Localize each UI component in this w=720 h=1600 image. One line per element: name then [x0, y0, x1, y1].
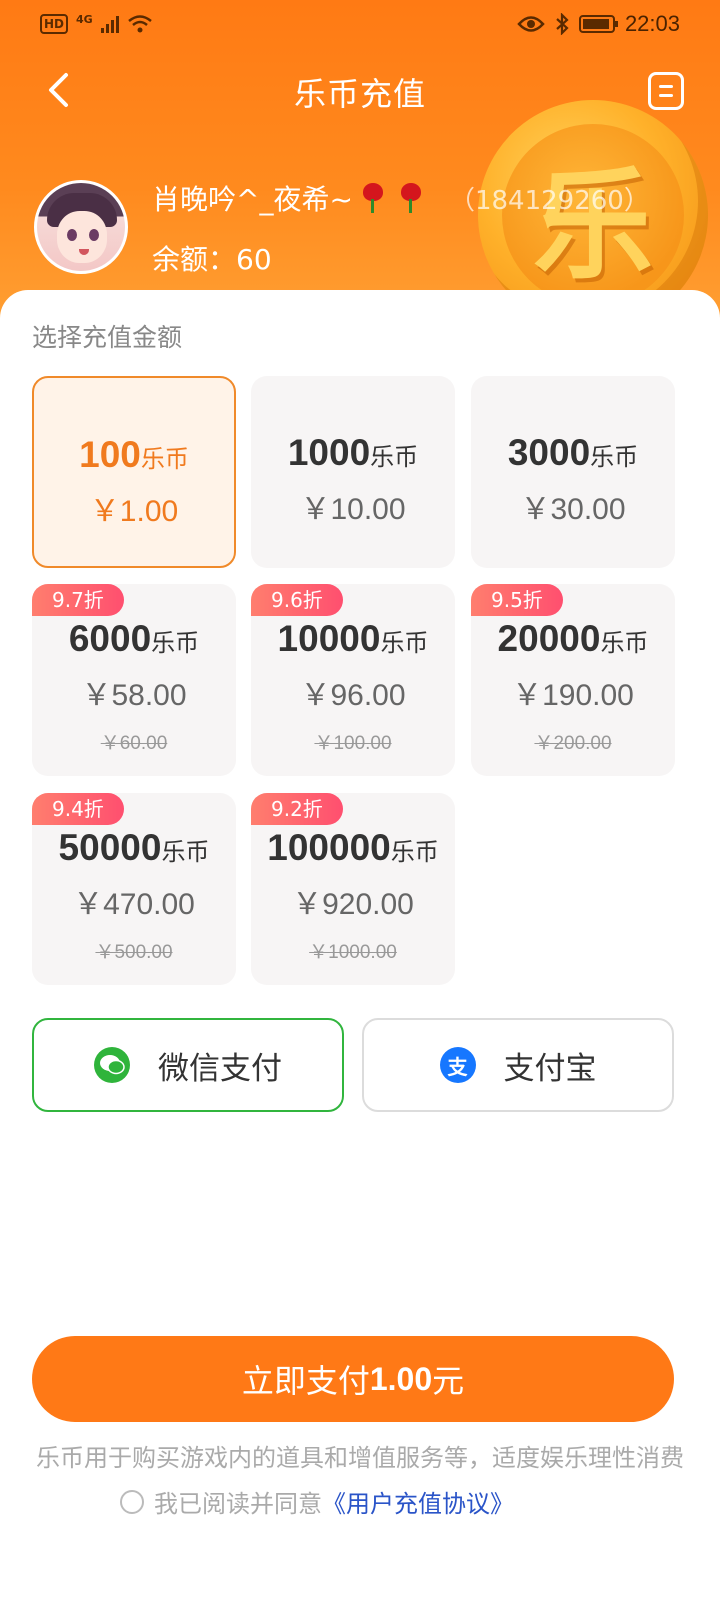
package-price: ￥30.00 — [520, 493, 626, 526]
chevron-left-icon — [49, 73, 68, 107]
package-price: ￥470.00 — [73, 888, 195, 921]
bluetooth-icon — [556, 13, 569, 35]
original-price: ￥500.00 — [95, 942, 173, 963]
package-price: ￥10.00 — [300, 493, 406, 526]
package-price: ￥1.00 — [89, 495, 179, 528]
package-unit: 乐币 — [370, 444, 419, 471]
discount-badge: 9.2折 — [251, 793, 343, 825]
discount-badge: 9.7折 — [32, 584, 124, 616]
package-coins: 1000 — [287, 432, 371, 473]
user-info: 肖晚吟^_夜希~ （184129260） — [152, 178, 650, 218]
list-icon-line — [659, 94, 673, 97]
hd-indicator: HD — [40, 14, 69, 34]
alipay-button[interactable]: 支 支付宝 — [362, 1018, 674, 1112]
list-icon — [659, 85, 673, 88]
rose-icon — [399, 183, 421, 213]
package-card[interactable]: 9.5折 20000乐币 ￥190.00 ￥200.00 — [471, 584, 675, 776]
package-card[interactable]: 3000乐币 ￥30.00 — [471, 376, 675, 568]
discount-badge: 9.6折 — [251, 584, 343, 616]
package-coins: 3000 — [507, 432, 591, 473]
package-unit: 乐币 — [590, 444, 639, 471]
package-card[interactable]: 100乐币 ￥1.00 — [32, 376, 236, 568]
package-coins: 100000 — [267, 827, 391, 868]
user-id: （184129260） — [448, 185, 650, 216]
user-name: 肖晚吟^_夜希~ — [152, 183, 353, 216]
alipay-icon: 支 — [439, 1047, 476, 1083]
package-coins: 100 — [79, 434, 141, 475]
package-unit: 乐币 — [600, 630, 649, 657]
avatar — [34, 180, 128, 274]
section-label: 选择充值金额 — [32, 323, 183, 352]
package-price: ￥58.00 — [81, 679, 187, 712]
agree-checkbox[interactable] — [120, 1489, 144, 1514]
rose-icon — [361, 183, 383, 213]
alipay-label: 支付宝 — [503, 1050, 597, 1087]
discount-badge: 9.4折 — [32, 793, 124, 825]
package-coins: 6000 — [68, 618, 152, 659]
package-unit: 乐币 — [161, 839, 210, 866]
agreement-link[interactable]: 《用户充值协议》 — [322, 1484, 514, 1519]
network-type: 4G — [76, 12, 93, 26]
balance-text: 余额：60 — [152, 243, 272, 276]
clock: 22:03 — [624, 11, 680, 36]
package-card[interactable]: 9.2折 100000乐币 ￥920.00 ￥1000.00 — [251, 793, 455, 985]
agree-text: 我已阅读并同意 — [154, 1490, 322, 1518]
wifi-icon — [127, 15, 152, 33]
wechat-pay-button[interactable]: 微信支付 — [32, 1018, 344, 1112]
original-price: ￥1000.00 — [309, 942, 397, 963]
usage-note: 乐币用于购买游戏内的道具和增值服务等，适度娱乐理性消费 — [36, 1444, 684, 1472]
page-title: 乐币充值 — [293, 75, 426, 113]
package-unit: 乐币 — [151, 630, 200, 657]
header-background: 乐 — [0, 0, 720, 340]
package-card[interactable]: 9.6折 10000乐币 ￥96.00 ￥100.00 — [251, 584, 455, 776]
eye-icon — [517, 16, 545, 32]
pay-now-prefix: 立即支付 — [241, 1362, 370, 1400]
package-unit: 乐币 — [140, 446, 189, 473]
agreement-row: 我已阅读并同意 《用户充值协议》 — [120, 1484, 514, 1519]
wechat-pay-label: 微信支付 — [158, 1050, 282, 1087]
package-card[interactable]: 1000乐币 ￥10.00 — [251, 376, 455, 568]
wechat-icon — [94, 1047, 130, 1083]
package-price: ￥96.00 — [300, 679, 406, 712]
status-bar: HD 4G 22:03 — [0, 0, 720, 48]
package-unit: 乐币 — [390, 839, 439, 866]
signal-icon — [100, 15, 119, 33]
nav-bar: 乐币充值 — [0, 56, 720, 128]
pay-now-amount: 1.00 — [369, 1360, 433, 1397]
package-price: ￥920.00 — [292, 888, 414, 921]
pay-now-suffix: 元 — [432, 1362, 465, 1400]
original-price: ￥200.00 — [534, 733, 612, 754]
records-button[interactable] — [648, 72, 684, 110]
battery-icon — [578, 15, 618, 33]
package-unit: 乐币 — [380, 630, 429, 657]
discount-badge: 9.5折 — [471, 584, 563, 616]
package-card[interactable]: 9.4折 50000乐币 ￥470.00 ￥500.00 — [32, 793, 236, 985]
pay-now-button[interactable]: 立即支付 1.00 元 — [32, 1336, 674, 1422]
package-coins: 10000 — [277, 618, 381, 659]
package-card[interactable]: 9.7折 6000乐币 ￥58.00 ￥60.00 — [32, 584, 236, 776]
original-price: ￥60.00 — [100, 733, 168, 754]
package-coins: 20000 — [497, 618, 601, 659]
package-coins: 50000 — [58, 827, 162, 868]
back-button[interactable] — [36, 68, 80, 112]
package-price: ￥190.00 — [512, 679, 634, 712]
original-price: ￥100.00 — [314, 733, 392, 754]
